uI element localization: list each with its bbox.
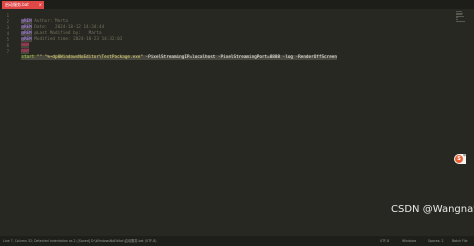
watermark: CSDN @Wangnaya [391, 204, 474, 215]
comment-text: Modified time: 2024-10-23 14:32:03 [31, 37, 123, 42]
ime-logo-icon: S [455, 155, 463, 163]
status-encoding[interactable]: UTF-8 [380, 236, 389, 246]
code-line: start "" "%~dp0WindowsNoEditor\TestPacka… [11, 49, 337, 60]
tab-label: 启动服务.bat [5, 2, 29, 7]
tab-bar: 启动服务.bat × [0, 0, 474, 9]
status-bar: Line 7, Column 32; Detected indentation … [0, 236, 474, 246]
status-message: Line 7, Column 32; Detected indentation … [3, 239, 157, 243]
minimap[interactable] [456, 11, 465, 22]
status-syntax[interactable]: Batch File [452, 236, 468, 246]
minimap-panel[interactable] [454, 9, 474, 236]
ime-mode-label: 中 [462, 153, 466, 157]
exe-path-string: "" "%~dp0WindowsNoEditor\TestPackage.exe… [34, 55, 143, 60]
command-arguments: -PixelStreamingIP=localhost -PixelStream… [142, 55, 337, 60]
status-line-endings[interactable]: Windows [402, 236, 416, 246]
line-number: 7 [6, 49, 9, 54]
close-icon[interactable]: × [39, 1, 42, 9]
ime-floating-widget[interactable]: S 中 [454, 153, 466, 164]
status-indentation[interactable]: Spaces: 2 [428, 236, 444, 246]
line-number-gutter: 1 2 3 4 5 6 7 [0, 9, 10, 236]
start-command: start [21, 55, 35, 60]
tab-active-file[interactable]: 启动服务.bat × [2, 1, 44, 9]
code-editor[interactable]: @REM Author: Marta @REM Date: 2024-10-12… [11, 9, 454, 236]
